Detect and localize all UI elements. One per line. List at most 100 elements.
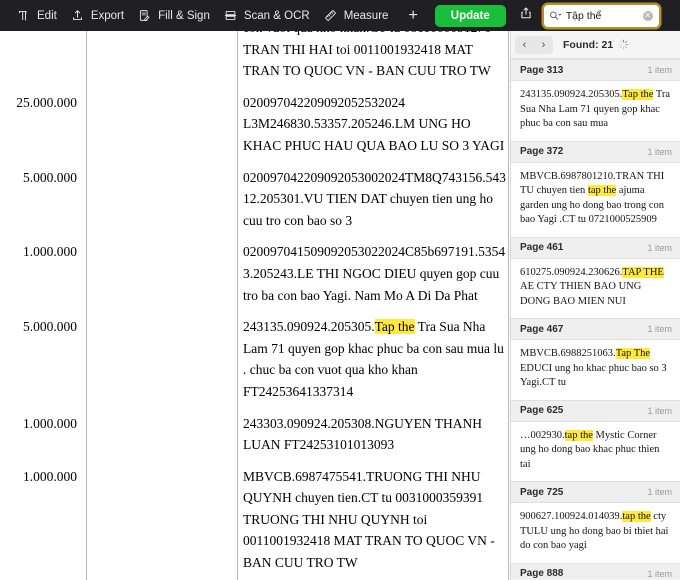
- result-page-label: Page 313: [520, 64, 564, 76]
- table-row: 25.000.000 020097042209092052532024​L3M2…: [0, 92, 510, 157]
- row-description: 243303.090924.205308.NGUYEN THANH LUAN F…: [243, 415, 482, 453]
- result-item-count: 1 item: [647, 568, 672, 579]
- table-row-highlighted: 5.000.000 243135.090924.205305.Tap the T…: [0, 316, 510, 402]
- table-row: con vuot qua kho khan.CT tu 081100005127…: [0, 31, 510, 39]
- snippet-pre: 900627.100924.014039.: [520, 511, 623, 522]
- toolbar-button-fill-sign[interactable]: Fill & Sign: [133, 5, 219, 26]
- result-page-label: Page 625: [520, 405, 564, 416]
- add-tool-button[interactable]: +: [397, 7, 428, 24]
- result-item-count: 1 item: [647, 405, 672, 416]
- row-middle: [86, 316, 237, 402]
- table-row: 1.000.000 243303.090924.205308.NGUYEN TH…: [0, 413, 510, 456]
- snippet-pre: 243135.090924.205305.: [520, 89, 623, 100]
- row-amount: [0, 39, 86, 82]
- snippet-pre: 610275.090924.230626.: [520, 266, 623, 278]
- row-description: 020097041509092053022024C85b697191.53543…: [243, 244, 506, 303]
- result-snippet[interactable]: MBVCB.6987801210.TRAN THI TU chuyen tien…: [511, 162, 680, 237]
- result-item-count: 1 item: [647, 146, 672, 157]
- search-match-highlight: Tap The: [615, 348, 651, 359]
- fill-sign-icon: [137, 8, 152, 23]
- table-row: 5.000.000 020097042209092053002024TM8Q74…: [0, 167, 510, 232]
- result-page-header[interactable]: Page 725 1 item: [511, 481, 680, 503]
- result-page-header[interactable]: Page 625 1 item: [511, 399, 680, 422]
- result-item-count: 1 item: [647, 487, 672, 497]
- share-button[interactable]: [514, 5, 538, 27]
- toolbar-button-export[interactable]: Export: [66, 5, 133, 26]
- search-match-highlight: tap the: [622, 511, 651, 522]
- toolbar-button-measure[interactable]: Measure: [319, 5, 398, 26]
- row-amount: 5.000.000: [23, 169, 77, 185]
- clear-circle-icon[interactable]: ✕: [642, 10, 653, 21]
- table-row: 1.000.000 020097041509092053022024C85b69…: [0, 241, 510, 306]
- result-item-count: 1 item: [647, 65, 672, 75]
- share-icon: [519, 6, 533, 25]
- toolbar-label-edit: Edit: [37, 9, 57, 22]
- found-count-label: Found: 21: [563, 38, 614, 51]
- result-group: Page 625 1 item …002930.tap the Mystic C…: [511, 399, 680, 481]
- result-item-count: 1 item: [647, 324, 672, 334]
- table-row: 1.000.000 MBVCB.6987475541.TRUONG THI NH…: [0, 466, 510, 574]
- toolbar-label-measure: Measure: [343, 9, 389, 22]
- search-results-panel: ‹ › Found: 21 Page 313 1 item 243135.090…: [510, 31, 680, 580]
- result-group: Page 461 1 item 610275.090924.230626.TAP…: [511, 236, 680, 318]
- row-middle: [86, 31, 237, 39]
- row-amount: 1.000.000: [23, 468, 77, 484]
- snippet-pre: …002930.: [520, 429, 565, 441]
- search-match-highlight: Tap the: [622, 89, 654, 100]
- search-field[interactable]: Tập thể ✕: [543, 4, 659, 27]
- search-icon: [549, 10, 562, 21]
- toolbar-label-export: Export: [90, 9, 125, 22]
- result-page-label: Page 372: [520, 146, 564, 157]
- update-button[interactable]: Update: [434, 4, 506, 27]
- snippet-post: AE CTY THIEN BAO UNG DONG BAO MIEN NUI: [520, 281, 642, 307]
- result-snippet[interactable]: 900627.100924.014039.tap the cty TULU un…: [511, 503, 680, 563]
- search-match-highlight: tap the: [587, 185, 617, 196]
- result-snippet[interactable]: 610275.090924.230626.TAP THE AE CTY THIE…: [511, 258, 680, 318]
- row-middle: [86, 413, 237, 456]
- search-match-highlight: TAP THE: [622, 266, 664, 278]
- row-middle: [86, 241, 237, 306]
- snippet-pre: MBVCB.6988251063.: [520, 348, 616, 359]
- text-edit-icon: [16, 8, 31, 23]
- row-description: 020097042209092052532024​L3M246830.53357…: [243, 94, 505, 153]
- row-description: TRAN THI HAI toi 0011001932418 MAT TRAN …: [243, 41, 491, 79]
- main-toolbar: Edit Export Fill & Sign Scan & OCR Measu…: [0, 0, 680, 31]
- row-amount: [0, 31, 86, 39]
- result-page-header[interactable]: Page 313 1 item: [511, 59, 680, 81]
- row-middle: [86, 92, 237, 157]
- row-description: con vuot qua kho khan.CT tu 081100005127…: [237, 31, 510, 39]
- document-viewer[interactable]: con vuot qua kho khan.CT tu 081100005127…: [0, 31, 510, 580]
- result-page-header[interactable]: Page 461 1 item: [511, 236, 680, 259]
- search-results-list[interactable]: Page 313 1 item 243135.090924.205305.Tap…: [511, 59, 680, 579]
- result-navigation: ‹ ›: [515, 35, 553, 54]
- measure-ruler-icon: [323, 8, 338, 23]
- search-input-value[interactable]: Tập thể: [566, 10, 643, 22]
- result-page-label: Page 461: [520, 242, 564, 253]
- result-page-header[interactable]: Page 888 1 item: [511, 562, 680, 579]
- previous-result-button[interactable]: ‹: [515, 36, 534, 54]
- result-item-count: 1 item: [647, 242, 672, 253]
- row-middle: [86, 39, 237, 82]
- result-page-header[interactable]: Page 372 1 item: [511, 140, 680, 163]
- row-amount: 25.000.000: [16, 94, 77, 110]
- row-description: 243135.090924.205305.Tap the Tra Sua Nha…: [237, 316, 510, 402]
- search-match-highlight: tap the: [564, 429, 593, 441]
- row-middle: [86, 167, 237, 232]
- scanner-icon: [223, 8, 238, 23]
- result-page-header[interactable]: Page 467 1 item: [511, 318, 680, 340]
- result-snippet[interactable]: 243135.090924.205305.Tap the Tra Sua Nha…: [511, 81, 680, 141]
- search-results-header: ‹ › Found: 21: [511, 31, 680, 59]
- table-row: TRAN THI HAI toi 0011001932418 MAT TRAN …: [0, 39, 510, 82]
- row-middle: [86, 466, 237, 574]
- toolbar-label-scan-ocr: Scan & OCR: [243, 9, 310, 22]
- result-group: Page 888 1 item 020097042209100644332024…: [511, 562, 680, 579]
- result-snippet[interactable]: …002930.tap the Mystic Corner ung ho don…: [511, 421, 680, 481]
- row-amount: 1.000.000: [23, 244, 77, 260]
- toolbar-button-edit[interactable]: Edit: [12, 5, 66, 26]
- next-result-button[interactable]: ›: [534, 36, 553, 54]
- result-group: Page 372 1 item MBVCB.6987801210.TRAN TH…: [511, 140, 680, 237]
- result-page-label: Page 467: [520, 323, 564, 335]
- result-snippet[interactable]: MBVCB.6988251063.Tap The EDUCI ung ho kh…: [511, 340, 680, 400]
- toolbar-button-scan-ocr[interactable]: Scan & OCR: [219, 5, 319, 26]
- snippet-post: EDUCI ung ho khac phuc bao so 3 Yagi.CT …: [520, 362, 667, 389]
